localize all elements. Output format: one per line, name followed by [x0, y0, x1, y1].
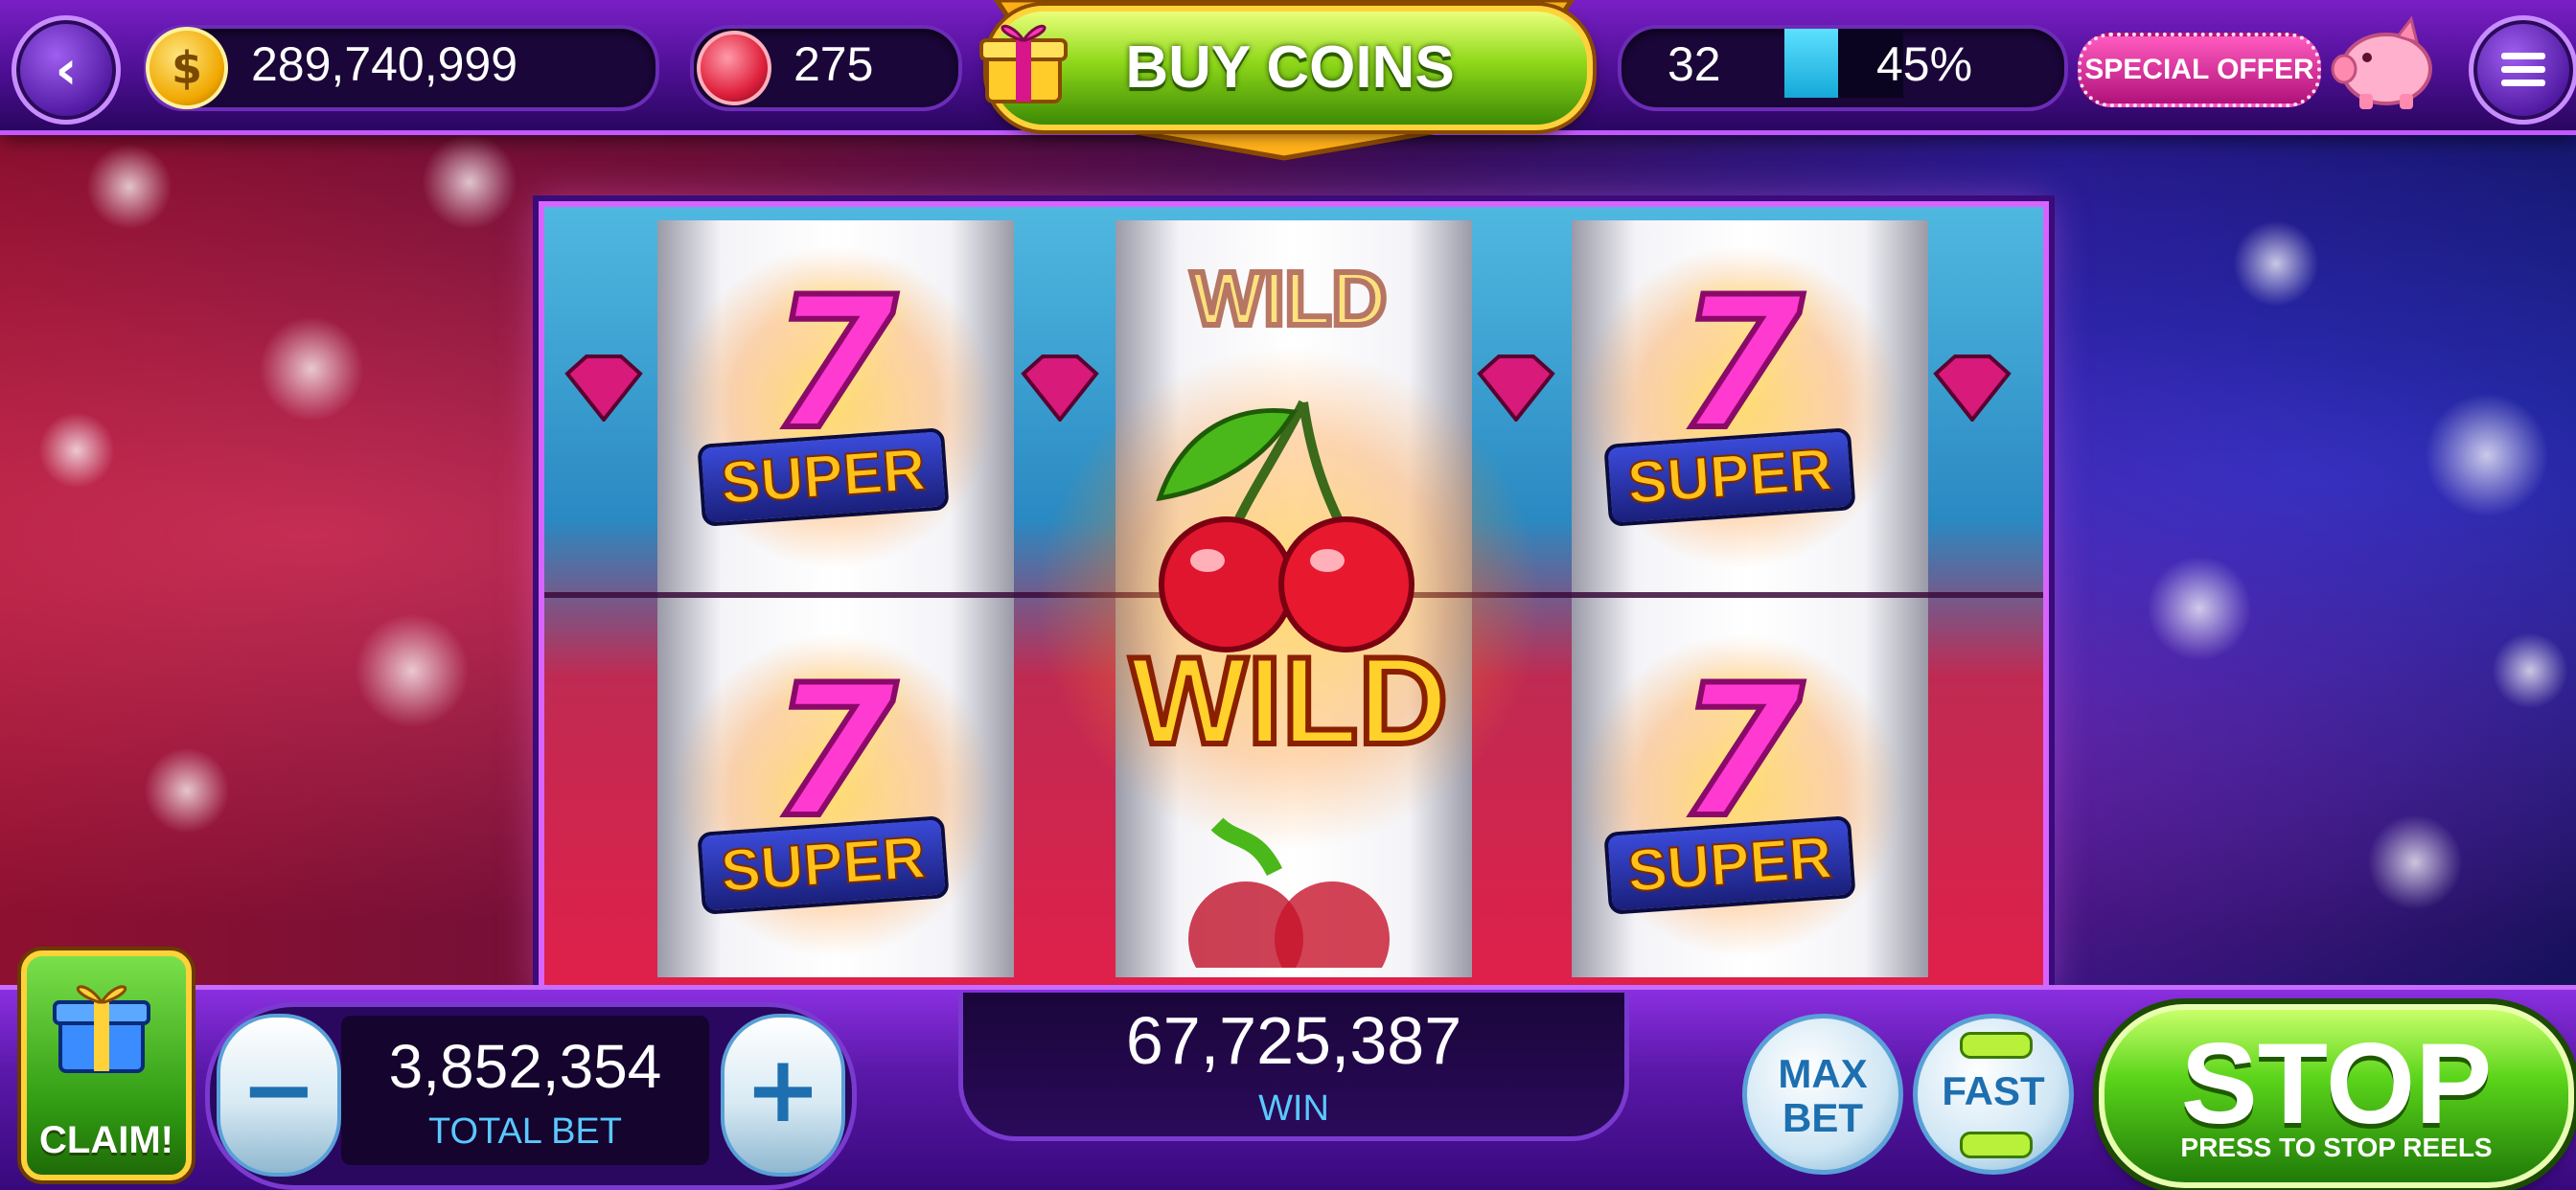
- super-banner: SUPER: [697, 427, 950, 527]
- max-bet-label-line2: BET: [1782, 1095, 1863, 1140]
- special-offer-button[interactable]: SPECIAL OFFER: [2078, 33, 2321, 107]
- win-label: WIN: [1258, 1088, 1329, 1129]
- super-seven-symbol: 7 SUPER: [671, 244, 997, 570]
- fast-indicator-bottom: [1960, 1132, 2033, 1158]
- level-progress-label: 45%: [1876, 37, 1973, 91]
- super-seven-symbol: 7 SUPER: [1577, 632, 1903, 958]
- fast-spin-toggle[interactable]: FAST: [1913, 1014, 2074, 1175]
- bokeh-light: [2367, 814, 2463, 910]
- super-label: SUPER: [718, 824, 929, 906]
- claim-label: CLAIM!: [39, 1119, 173, 1161]
- bokeh-light: [86, 144, 172, 230]
- bokeh-light: [2147, 556, 2252, 661]
- pink-gem-icon: [1477, 355, 1555, 422]
- partial-wild-label: WILD: [1188, 253, 1390, 344]
- super-label: SUPER: [718, 436, 929, 518]
- max-bet-label-line1: MAX: [1778, 1051, 1868, 1096]
- super-banner: SUPER: [1603, 815, 1856, 915]
- gem-balance: 275: [794, 37, 874, 91]
- super-label: SUPER: [1624, 436, 1835, 518]
- piggy-bank-icon[interactable]: [2331, 15, 2438, 111]
- super-label: SUPER: [1624, 824, 1835, 906]
- max-bet-button[interactable]: MAX BET: [1742, 1014, 1903, 1175]
- super-seven-symbol: 7 SUPER: [671, 632, 997, 958]
- pink-gem-icon: [1021, 355, 1099, 422]
- super-banner: SUPER: [697, 815, 950, 915]
- stop-sublabel: PRESS TO STOP REELS: [2180, 1133, 2493, 1162]
- slot-game-screen: ‹ $ 289,740,999 275 BUY COINS 32 45% SPE…: [0, 0, 2576, 1190]
- pink-gem-icon: [1933, 355, 2012, 422]
- increase-bet-button[interactable]: +: [721, 1014, 845, 1177]
- dollar-coin-icon: $: [146, 27, 228, 109]
- bokeh-light: [422, 134, 518, 230]
- buy-coins-button[interactable]: BUY COINS: [987, 6, 1593, 130]
- level-progress-fill: [1784, 29, 1838, 98]
- bokeh-light: [2425, 393, 2549, 517]
- buy-coins-label: BUY COINS: [1125, 34, 1455, 101]
- bokeh-light: [2492, 632, 2568, 709]
- super-seven-symbol: 7 SUPER: [1577, 244, 1903, 570]
- cherries-icon: [1156, 400, 1414, 652]
- pink-gem-icon: [564, 355, 643, 422]
- total-bet-display: 3,852,354 TOTAL BET: [341, 1016, 709, 1165]
- total-bet-label: TOTAL BET: [427, 1111, 622, 1152]
- total-bet-value: 3,852,354: [388, 1032, 662, 1101]
- fast-label: FAST: [1942, 1068, 2045, 1113]
- bokeh-light: [259, 316, 364, 422]
- bokeh-light: [144, 747, 230, 834]
- claim-bonus-button[interactable]: CLAIM!: [21, 950, 192, 1180]
- hamburger-menu-icon: [2501, 53, 2545, 86]
- bokeh-light: [2233, 220, 2319, 307]
- win-display: 67,725,387 WIN: [958, 993, 1629, 1141]
- back-button[interactable]: ‹: [12, 15, 121, 125]
- stop-label: STOP: [2180, 1019, 2493, 1148]
- chevron-left-icon: ‹: [55, 38, 78, 102]
- bokeh-light: [355, 613, 470, 728]
- fast-indicator-top: [1960, 1032, 2033, 1059]
- gift-box-icon: [979, 24, 1068, 103]
- super-banner: SUPER: [1603, 427, 1856, 527]
- cherries-icon-partial: [1188, 817, 1390, 968]
- gift-box-icon: [53, 985, 150, 1073]
- coin-balance: 289,740,999: [251, 37, 518, 91]
- win-value: 67,725,387: [1125, 1003, 1462, 1078]
- menu-button[interactable]: [2469, 15, 2576, 125]
- red-gem-icon: [697, 31, 771, 105]
- wild-label: WILD: [1127, 628, 1451, 773]
- bokeh-light: [38, 412, 115, 489]
- level-number: 32: [1668, 37, 1721, 91]
- decrease-bet-button[interactable]: −: [217, 1014, 341, 1177]
- stop-button[interactable]: STOP PRESS TO STOP REELS: [2099, 1004, 2574, 1188]
